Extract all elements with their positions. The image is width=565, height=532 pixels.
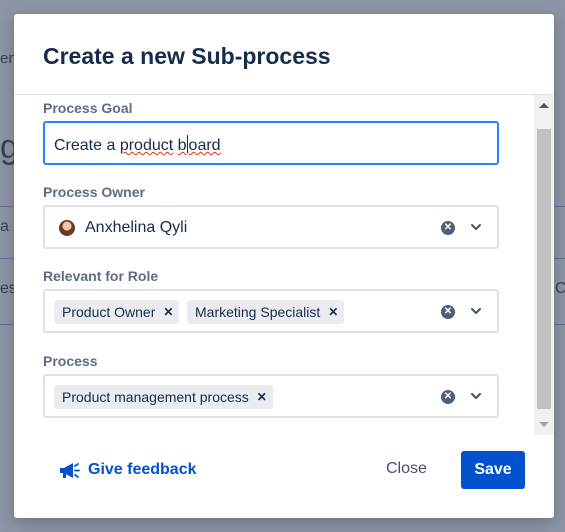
process-owner-select[interactable]: Anxhelina Qyli ✕ bbox=[43, 205, 499, 249]
misspelled-word: oard bbox=[188, 137, 221, 154]
clear-icon[interactable]: ✕ bbox=[441, 390, 455, 404]
chevron-down-icon[interactable] bbox=[469, 220, 483, 234]
process-chip: Product management process ✕ bbox=[54, 385, 273, 409]
process-goal-text: Create a bbox=[54, 137, 120, 154]
misspelled-word: b bbox=[177, 137, 187, 154]
relevant-for-role-select[interactable]: Product Owner ✕ Marketing Specialist ✕ ✕ bbox=[43, 289, 499, 333]
close-button[interactable]: Close bbox=[386, 460, 427, 478]
save-button[interactable]: Save bbox=[461, 451, 525, 489]
chevron-down-icon[interactable] bbox=[469, 304, 483, 318]
clear-icon[interactable]: ✕ bbox=[441, 221, 455, 235]
process-goal-label: Process Goal bbox=[43, 100, 133, 116]
give-feedback-link[interactable]: Give feedback bbox=[58, 460, 197, 480]
text-caret bbox=[186, 135, 188, 153]
process-owner-value: Anxhelina Qyli bbox=[85, 219, 188, 236]
background-divider bbox=[0, 324, 14, 325]
footer-divider bbox=[14, 435, 554, 436]
process-select[interactable]: Product management process ✕ ✕ bbox=[43, 374, 499, 418]
process-goal-input[interactable]: Create a product b oard bbox=[43, 121, 499, 165]
avatar bbox=[59, 220, 75, 236]
chip-label: Product management process bbox=[62, 389, 249, 405]
remove-chip-icon[interactable]: ✕ bbox=[163, 305, 173, 319]
create-subprocess-dialog: Create a new Sub-process Process Goal Cr… bbox=[14, 14, 554, 518]
remove-chip-icon[interactable]: ✕ bbox=[257, 390, 267, 404]
role-chip: Marketing Specialist ✕ bbox=[187, 300, 345, 324]
background-divider bbox=[0, 206, 14, 207]
role-chip: Product Owner ✕ bbox=[54, 300, 180, 324]
give-feedback-label: Give feedback bbox=[88, 461, 197, 478]
relevant-for-role-label: Relevant for Role bbox=[43, 268, 159, 284]
scrollbar-thumb[interactable] bbox=[537, 129, 551, 409]
process-goal-value: Create a product b oard bbox=[54, 135, 221, 155]
scrollbar[interactable] bbox=[534, 95, 554, 435]
background-divider bbox=[554, 206, 565, 207]
remove-chip-icon[interactable]: ✕ bbox=[328, 305, 338, 319]
dialog-title: Create a new Sub-process bbox=[43, 43, 331, 69]
background-divider bbox=[0, 258, 14, 259]
misspelled-word: product bbox=[119, 137, 174, 154]
process-owner-label: Process Owner bbox=[43, 184, 145, 200]
background-text-fragment: a bbox=[0, 218, 9, 235]
clear-icon[interactable]: ✕ bbox=[441, 305, 455, 319]
megaphone-icon bbox=[60, 463, 80, 478]
chip-label: Product Owner bbox=[62, 304, 156, 320]
scroll-down-arrow-icon[interactable] bbox=[534, 416, 554, 433]
background-text-fragment: C bbox=[555, 280, 565, 297]
dialog-scroll-area[interactable]: Process Goal Create a product b oard Proc… bbox=[14, 95, 554, 435]
process-label: Process bbox=[43, 353, 98, 369]
chip-label: Marketing Specialist bbox=[195, 304, 321, 320]
scroll-up-arrow-icon[interactable] bbox=[534, 97, 554, 114]
chevron-down-icon[interactable] bbox=[469, 389, 483, 403]
background-divider bbox=[554, 258, 565, 259]
background-divider bbox=[554, 324, 565, 325]
